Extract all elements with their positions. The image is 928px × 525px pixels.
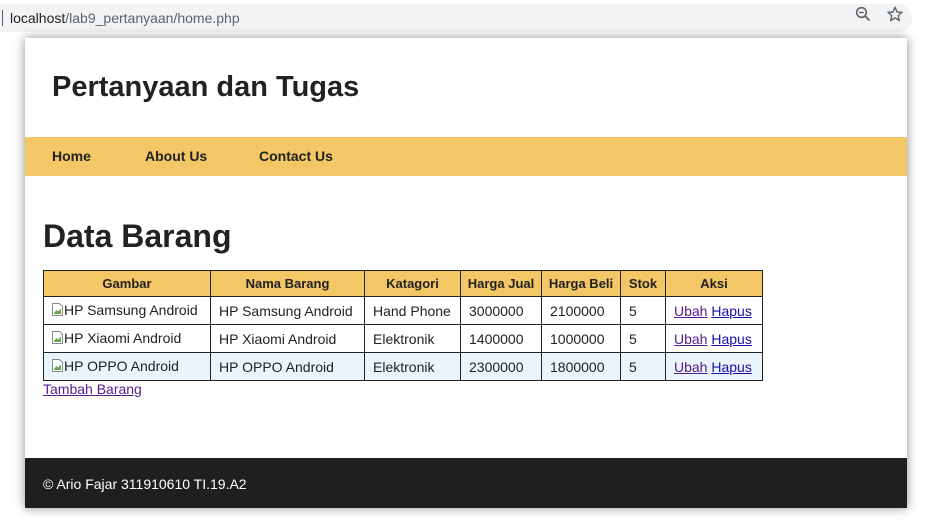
hapus-link[interactable]: Hapus (711, 359, 751, 375)
cell-gambar: HP Xiaomi Android (43, 324, 211, 353)
broken-image-icon (52, 331, 63, 345)
cell-stok: 5 (620, 296, 666, 325)
footer: © Ario Fajar 311910610 TI.19.A2 (25, 458, 907, 508)
broken-image-icon (52, 359, 63, 373)
table-header-row: Gambar Nama Barang Katagori Harga Jual H… (43, 270, 763, 297)
cell-stok: 5 (620, 352, 666, 381)
image-alt-text: HP Xiaomi Android (64, 329, 182, 346)
ubah-link[interactable]: Ubah (674, 359, 707, 375)
cell-nama-barang: HP OPPO Android (210, 352, 365, 381)
browser-address-bar: localhost/lab9_pertanyaan/home.php (0, 0, 928, 36)
cell-nama-barang: HP Samsung Android (210, 296, 365, 325)
cell-gambar: HP OPPO Android (43, 352, 211, 381)
site-title: Pertanyaan dan Tugas (52, 71, 360, 103)
table-row: HP Xiaomi Android HP Xiaomi Android Elek… (43, 324, 763, 353)
url-path: /lab9_pertanyaan/home.php (65, 10, 240, 26)
col-header-nama-barang: Nama Barang (210, 270, 365, 297)
nav-about-us[interactable]: About Us (145, 148, 207, 164)
page-container: Pertanyaan dan Tugas Home About Us Conta… (25, 38, 907, 508)
url-host: localhost (10, 10, 66, 26)
cell-aksi: Ubah Hapus (665, 352, 763, 381)
tambah-barang-link[interactable]: Tambah Barang (43, 381, 142, 397)
col-header-stok: Stok (620, 270, 666, 297)
navbar: Home About Us Contact Us (25, 137, 907, 176)
col-header-aksi: Aksi (665, 270, 763, 297)
cell-gambar: HP Samsung Android (43, 296, 211, 325)
url-box[interactable]: localhost/lab9_pertanyaan/home.php (0, 4, 912, 32)
cell-harga-beli: 2100000 (541, 296, 621, 325)
data-table: Gambar Nama Barang Katagori Harga Jual H… (43, 270, 763, 381)
col-header-gambar: Gambar (43, 270, 211, 297)
nav-contact-us[interactable]: Contact Us (259, 148, 333, 164)
page-heading: Data Barang (43, 218, 232, 254)
cell-harga-jual: 2300000 (460, 352, 542, 381)
url-box-edge (2, 10, 3, 26)
cell-harga-beli: 1000000 (541, 324, 621, 353)
url-text[interactable]: localhost/lab9_pertanyaan/home.php (10, 10, 240, 26)
image-alt-text: HP OPPO Android (64, 357, 179, 374)
hapus-link[interactable]: Hapus (711, 303, 751, 319)
col-header-katagori: Katagori (364, 270, 461, 297)
cell-harga-jual: 3000000 (460, 296, 542, 325)
cell-kategori: Elektronik (364, 324, 461, 353)
ubah-link[interactable]: Ubah (674, 303, 707, 319)
col-header-harga-beli: Harga Beli (541, 270, 621, 297)
cell-nama-barang: HP Xiaomi Android (210, 324, 365, 353)
broken-image-icon (52, 303, 63, 317)
table-row: HP Samsung Android HP Samsung Android Ha… (43, 296, 763, 325)
cell-stok: 5 (620, 324, 666, 353)
col-header-harga-jual: Harga Jual (460, 270, 542, 297)
cell-kategori: Hand Phone (364, 296, 461, 325)
image-alt-text: HP Samsung Android (64, 301, 198, 318)
cell-aksi: Ubah Hapus (665, 324, 763, 353)
hapus-link[interactable]: Hapus (711, 331, 751, 347)
product-image: HP OPPO Android (52, 358, 179, 374)
nav-home[interactable]: Home (52, 148, 91, 164)
cell-harga-jual: 1400000 (460, 324, 542, 353)
product-image: HP Xiaomi Android (52, 330, 181, 346)
cell-kategori: Elektronik (364, 352, 461, 381)
cell-aksi: Ubah Hapus (665, 296, 763, 325)
product-image: HP Samsung Android (52, 302, 198, 318)
table-row: HP OPPO Android HP OPPO Android Elektron… (43, 352, 763, 381)
ubah-link[interactable]: Ubah (674, 331, 707, 347)
cell-harga-beli: 1800000 (541, 352, 621, 381)
footer-copyright: © Ario Fajar 311910610 TI.19.A2 (43, 476, 247, 492)
zoom-icon[interactable] (855, 6, 871, 22)
star-icon[interactable] (887, 6, 903, 22)
